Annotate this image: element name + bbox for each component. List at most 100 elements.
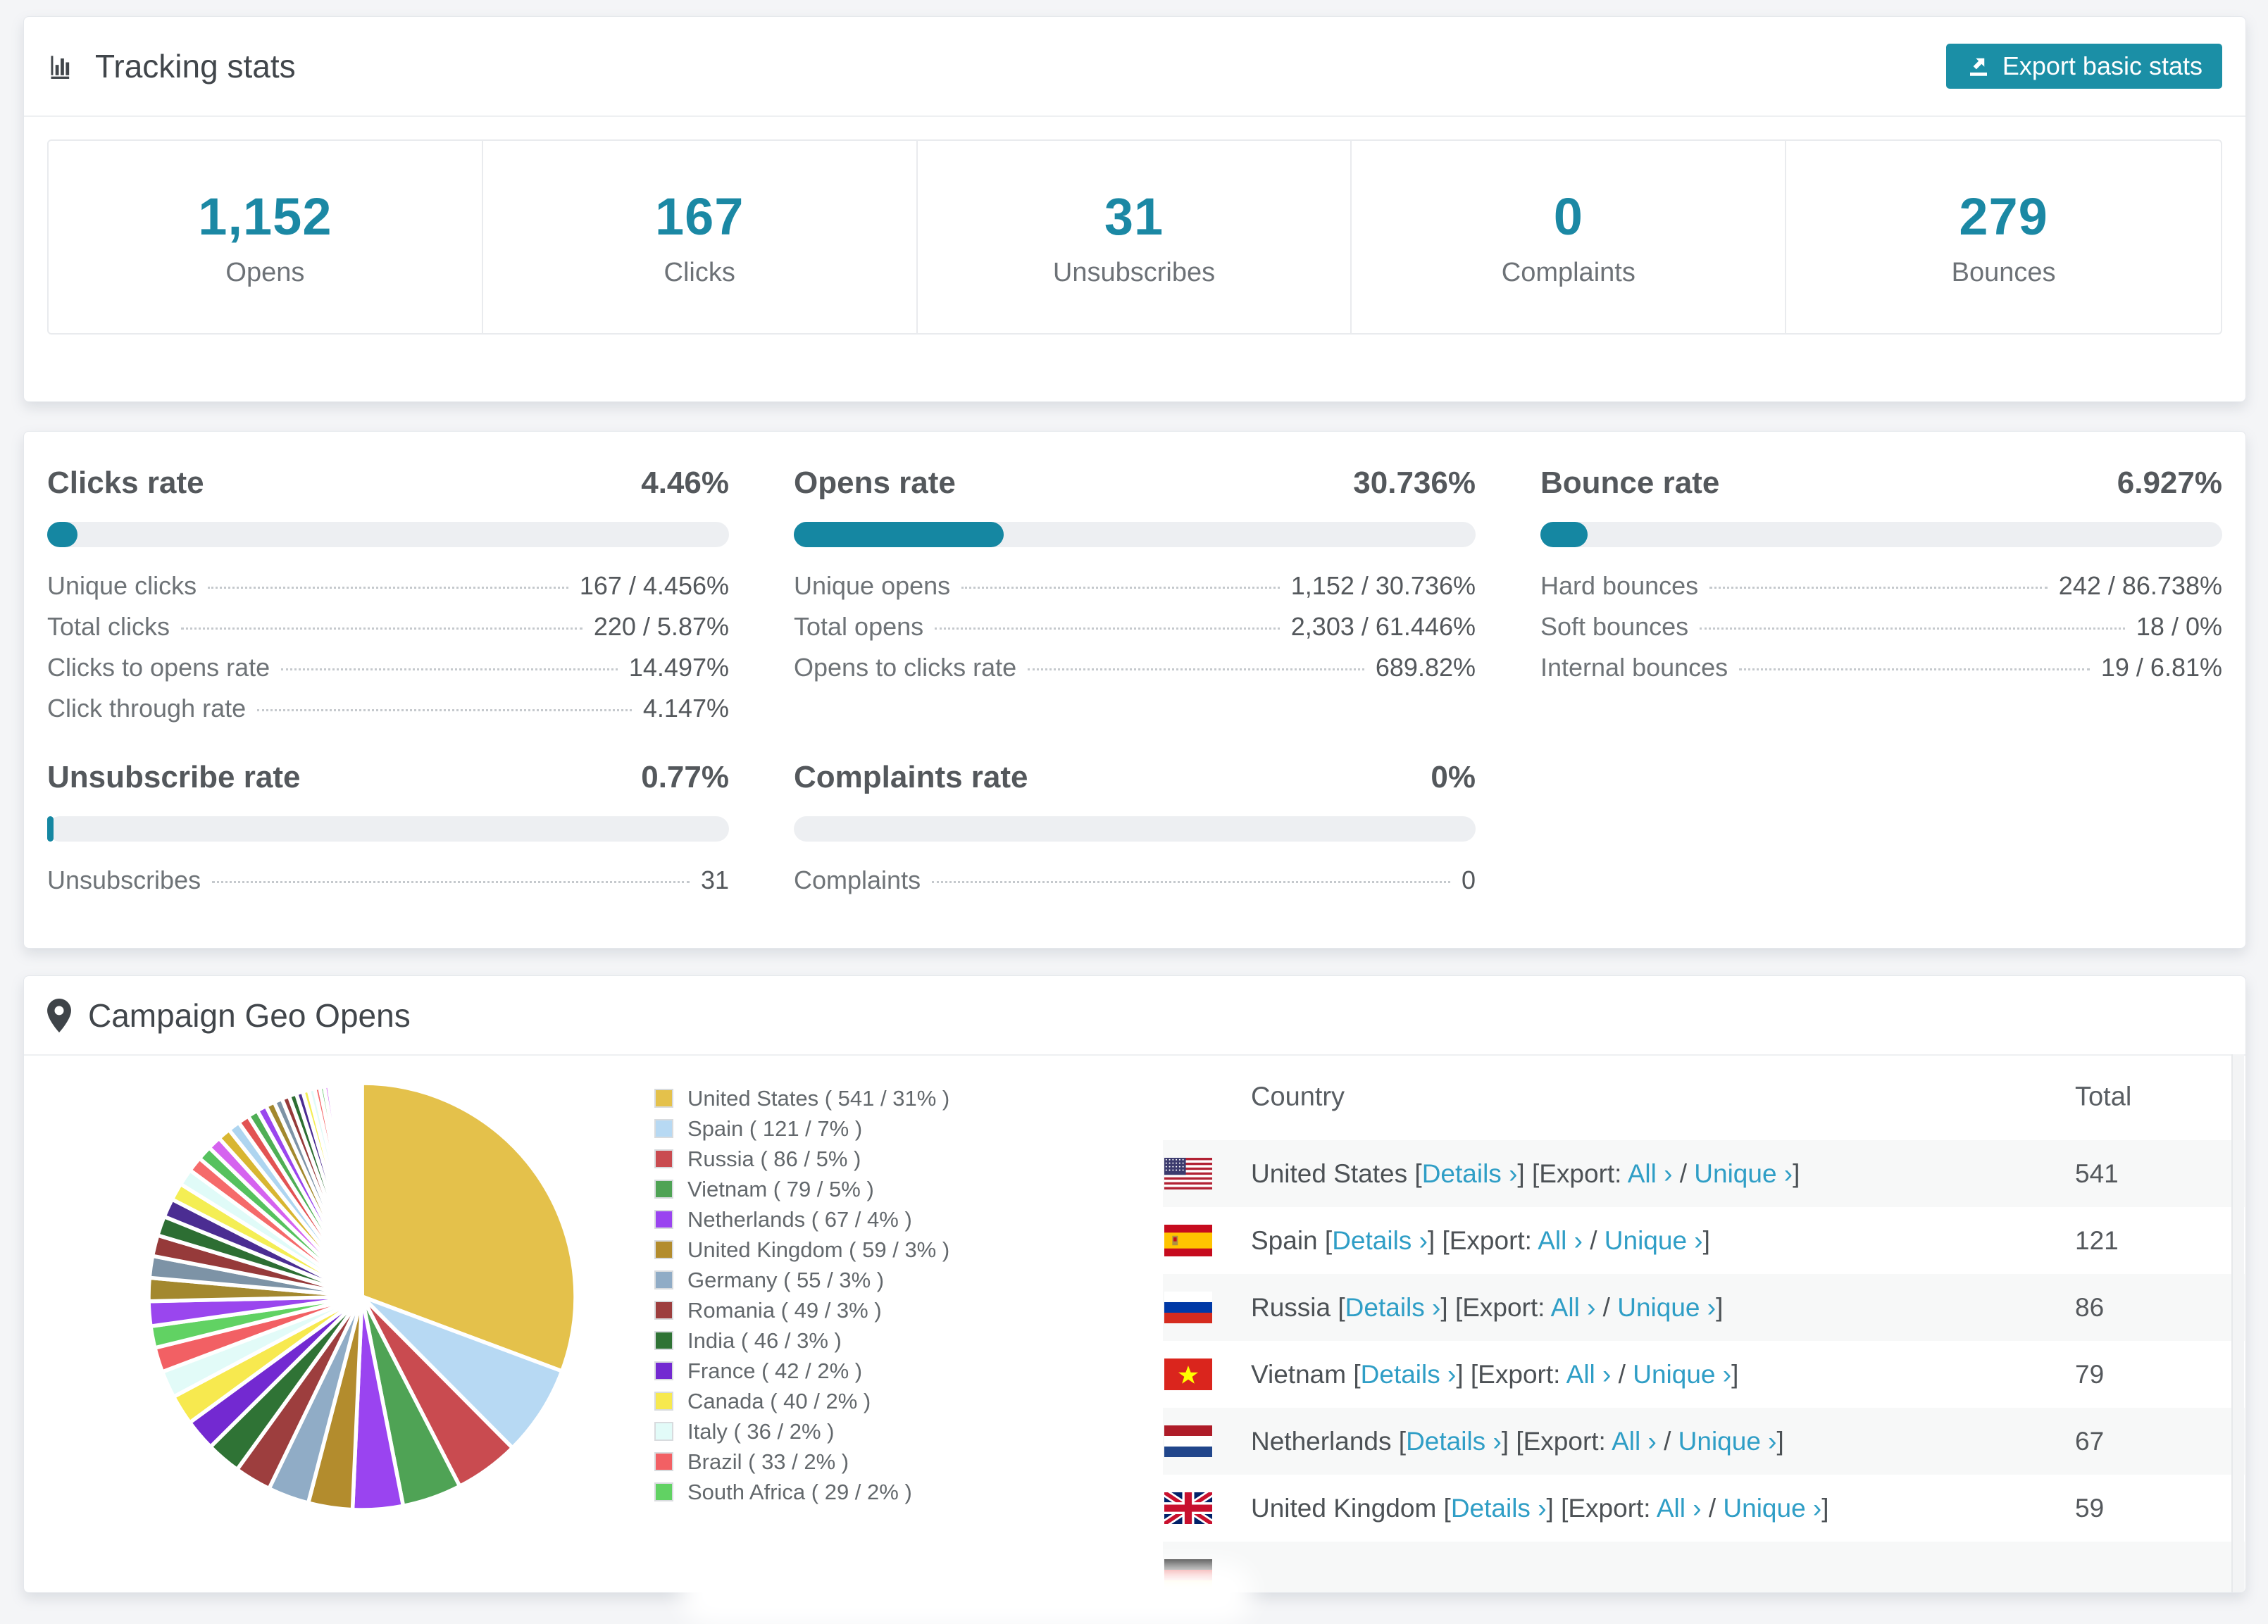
rate-stat-row: Soft bounces 18 / 0% xyxy=(1540,612,2222,653)
bracket: ] xyxy=(1776,1426,1784,1456)
country-name: Netherlands xyxy=(1251,1426,1399,1456)
legend-label: Vietnam ( 79 / 5% ) xyxy=(687,1176,874,1201)
export-all-link[interactable]: All › xyxy=(1612,1427,1657,1456)
rate-row-label: Opens to clicks rate xyxy=(794,653,1017,682)
export-unique-link[interactable]: Unique › xyxy=(1633,1360,1731,1389)
page-title: Tracking stats xyxy=(95,48,296,85)
details-link[interactable]: Details › xyxy=(1345,1293,1441,1322)
country-cell: United Kingdom [Details ›] [Export: All … xyxy=(1251,1494,1829,1523)
export-all-link[interactable]: All › xyxy=(1628,1159,1673,1188)
legend-label: United States ( 541 / 31% ) xyxy=(687,1085,950,1111)
rate-stat-row: Complaints 0 xyxy=(794,866,1476,906)
rate-row-label: Total clicks xyxy=(47,612,170,641)
legend-swatch xyxy=(654,1210,673,1229)
export-basic-stats-button[interactable]: Export basic stats xyxy=(1945,44,2222,89)
rate-stat-row: Opens to clicks rate 689.82% xyxy=(794,653,1476,694)
legend-label: Canada ( 40 / 2% ) xyxy=(687,1388,871,1413)
export-unique-link[interactable]: Unique › xyxy=(1605,1226,1703,1255)
details-link[interactable]: Details › xyxy=(1422,1159,1518,1188)
slash: / xyxy=(1582,1225,1605,1255)
details-link[interactable]: Details › xyxy=(1332,1226,1428,1255)
legend-swatch xyxy=(654,1482,673,1501)
country-cell: United States [Details ›] [Export: All ›… xyxy=(1251,1159,1800,1189)
geo-table-header: Country Total xyxy=(1163,1054,2245,1140)
dotted-leader xyxy=(257,709,632,711)
country-name: Spain xyxy=(1251,1225,1325,1255)
rate-value: 4.46% xyxy=(641,466,729,500)
summary-stat-cell: 1,152 Opens xyxy=(49,141,483,333)
total-cell: 67 xyxy=(2075,1426,2105,1456)
rate-value: 0% xyxy=(1431,760,1476,794)
rate-progress-track xyxy=(47,816,729,842)
table-scrollbar[interactable] xyxy=(2231,1054,2244,1592)
legend-label: India ( 46 / 3% ) xyxy=(687,1328,842,1353)
rate-block: Complaints rate 0% Complaints 0 xyxy=(794,760,1476,906)
export-all-link[interactable]: All › xyxy=(1657,1494,1702,1523)
details-link[interactable]: Details › xyxy=(1361,1360,1457,1389)
legend-swatch xyxy=(654,1240,673,1259)
summary-stat-cell: 31 Unsubscribes xyxy=(918,141,1352,333)
rate-row-label: Complaints xyxy=(794,866,921,894)
country-name: Russia xyxy=(1251,1292,1338,1322)
export-unique-link[interactable]: Unique › xyxy=(1678,1427,1777,1456)
campaign-geo-opens-card: Campaign Geo Opens United States ( 541 /… xyxy=(23,975,2246,1593)
rate-row-label: Clicks to opens rate xyxy=(47,653,270,682)
export-all-link[interactable]: All › xyxy=(1566,1360,1612,1389)
table-row xyxy=(1163,1542,2245,1592)
country-flag-icon xyxy=(1164,1225,1212,1256)
rate-stat-row: Unsubscribes 31 xyxy=(47,866,729,906)
table-row: Vietnam [Details ›] [Export: All › / Uni… xyxy=(1163,1341,2245,1408)
export-all-link[interactable]: All › xyxy=(1551,1293,1596,1322)
legend-label: Romania ( 49 / 3% ) xyxy=(687,1297,882,1323)
legend-swatch xyxy=(654,1452,673,1471)
rate-row-value: 242 / 86.738% xyxy=(2058,571,2222,600)
legend-item: Spain ( 121 / 7% ) xyxy=(654,1113,949,1144)
bracket: [ xyxy=(1443,1493,1451,1523)
total-cell: 121 xyxy=(2075,1225,2119,1255)
bracket: ] xyxy=(1427,1225,1443,1255)
bar-chart-icon xyxy=(47,51,78,82)
export-icon xyxy=(1966,54,1991,79)
rate-row-value: 220 / 5.87% xyxy=(593,612,729,641)
rate-row-label: Unsubscribes xyxy=(47,866,201,894)
stat-label: Unsubscribes xyxy=(1052,257,1216,287)
export-unique-link[interactable]: Unique › xyxy=(1617,1293,1716,1322)
bracket: [ xyxy=(1324,1225,1333,1255)
slash: / xyxy=(1656,1426,1678,1456)
bracket: ] xyxy=(1517,1158,1532,1188)
rates-card: Clicks rate 4.46% Unique clicks 167 / 4.… xyxy=(23,431,2246,949)
rate-row-label: Internal bounces xyxy=(1540,653,1728,682)
tracking-stats-header: Tracking stats Export basic stats xyxy=(24,17,2245,117)
export-all-link[interactable]: All › xyxy=(1538,1226,1583,1255)
bracket: [ xyxy=(1338,1292,1345,1322)
export-label: [Export: xyxy=(1561,1493,1657,1523)
legend-item: France ( 42 / 2% ) xyxy=(654,1356,949,1386)
details-link[interactable]: Details › xyxy=(1451,1494,1547,1523)
rate-row-value: 18 / 0% xyxy=(2136,612,2222,641)
legend-label: Brazil ( 33 / 2% ) xyxy=(687,1449,849,1474)
rate-row-label: Total opens xyxy=(794,612,924,641)
geo-opens-pie-chart[interactable] xyxy=(140,1075,584,1518)
legend-label: Netherlands ( 67 / 4% ) xyxy=(687,1206,912,1232)
export-unique-link[interactable]: Unique › xyxy=(1723,1494,1821,1523)
table-row: United Kingdom [Details ›] [Export: All … xyxy=(1161,1475,2245,1542)
legend-item: Germany ( 55 / 3% ) xyxy=(654,1265,949,1295)
rate-stat-row: Total opens 2,303 / 61.446% xyxy=(794,612,1476,653)
rate-row-label: Soft bounces xyxy=(1540,612,1689,641)
legend-item: Brazil ( 33 / 2% ) xyxy=(654,1447,949,1477)
country-cell: Russia [Details ›] [Export: All › / Uniq… xyxy=(1251,1293,1723,1323)
rate-stat-row: Unique opens 1,152 / 30.736% xyxy=(794,571,1476,612)
details-link[interactable]: Details › xyxy=(1406,1427,1502,1456)
legend-swatch xyxy=(654,1119,673,1138)
bracket: ] xyxy=(1821,1493,1829,1523)
export-unique-link[interactable]: Unique › xyxy=(1694,1159,1793,1188)
bracket: ] xyxy=(1501,1426,1516,1456)
rate-stat-row: Unique clicks 167 / 4.456% xyxy=(47,571,729,612)
rate-stat-row: Clicks to opens rate 14.497% xyxy=(47,653,729,694)
column-header-country: Country xyxy=(1251,1082,1345,1112)
legend-swatch xyxy=(654,1149,673,1168)
total-cell: 79 xyxy=(2075,1359,2105,1389)
export-label: [Export: xyxy=(1531,1158,1628,1188)
stat-value: 279 xyxy=(1959,187,2048,246)
summary-stat-cell: 167 Clicks xyxy=(483,141,918,333)
